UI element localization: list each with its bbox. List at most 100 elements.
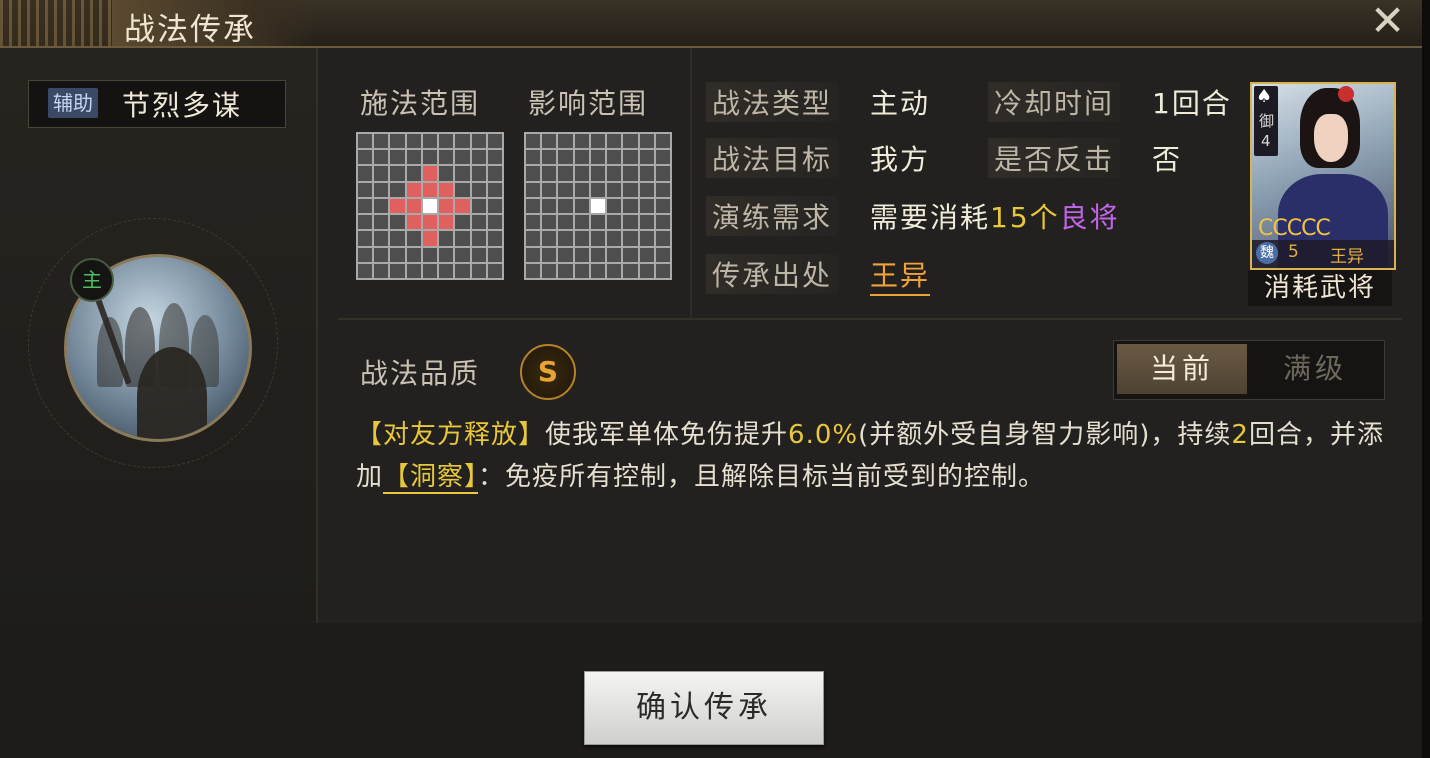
range-cell <box>471 182 486 197</box>
skill-description: 【对友方释放】使我军单体免伤提升6.0%(并额外受自身智力影响)，持续2回合，并… <box>356 414 1396 498</box>
range-cell <box>455 263 470 278</box>
portrait-flower <box>1338 86 1354 102</box>
range-cell <box>374 198 389 214</box>
training-requirement-value: 需要消耗15个良将 <box>870 196 1120 236</box>
card-side-mark: 御 <box>1259 112 1275 130</box>
desc-percent: 6.0% <box>788 420 859 450</box>
skill-target-label: 战法目标 <box>706 138 839 178</box>
desc-text-4: ：免疫所有控制，且解除目标当前受到的控制。 <box>478 462 1046 492</box>
range-cell <box>390 182 405 197</box>
range-cell <box>639 182 654 197</box>
range-cell <box>358 215 373 230</box>
range-cell <box>471 198 486 214</box>
range-active-cell <box>455 198 470 214</box>
range-cell <box>590 263 606 278</box>
card-side-level: 4 <box>1261 132 1271 150</box>
general-portrait-card[interactable]: ♠ 御 4 CCCCC 魏 5 王异 <box>1250 82 1396 270</box>
range-cell <box>358 150 373 165</box>
range-cell <box>607 198 622 214</box>
desc-target-tag: 【对友方释放】 <box>356 420 546 450</box>
range-cell <box>526 134 541 149</box>
range-cell <box>639 263 654 278</box>
range-active-cell <box>406 182 421 197</box>
range-cell <box>639 134 654 149</box>
range-cell <box>623 198 638 214</box>
range-cell <box>607 247 622 262</box>
range-cell <box>639 247 654 262</box>
desc-text-1: 使我军单体免伤提升 <box>545 420 789 450</box>
cooldown-value: 1回合 <box>1152 87 1232 120</box>
range-active-cell <box>422 182 438 197</box>
range-cell <box>374 182 389 197</box>
range-cell <box>607 215 622 230</box>
range-cell <box>374 166 389 181</box>
general-name: 王异 <box>1330 247 1364 267</box>
range-cell <box>406 247 421 262</box>
inheritance-source-value[interactable]: 王异 <box>870 254 931 296</box>
range-cell <box>623 215 638 230</box>
range-cell <box>487 247 502 262</box>
range-cell <box>487 166 502 181</box>
range-cell <box>639 166 654 181</box>
portrait-face <box>1314 114 1348 162</box>
general-cost: 5 <box>1288 242 1299 262</box>
range-cell <box>590 166 606 181</box>
range-cell <box>374 134 389 149</box>
range-cell <box>655 263 670 278</box>
range-cell <box>471 247 486 262</box>
tab-current-level[interactable]: 当前 <box>1117 344 1247 394</box>
range-cell <box>455 182 470 197</box>
range-cell <box>542 182 557 197</box>
range-active-cell <box>439 215 454 230</box>
range-cell <box>390 134 405 149</box>
range-cell <box>455 134 470 149</box>
range-cell <box>487 198 502 214</box>
tab-max-level[interactable]: 满级 <box>1251 344 1379 394</box>
range-cell <box>390 215 405 230</box>
range-cell <box>590 247 606 262</box>
inheritance-source-label: 传承出处 <box>706 254 839 294</box>
range-cell <box>558 150 573 165</box>
range-cell <box>406 166 421 181</box>
range-cell <box>558 198 573 214</box>
range-active-cell <box>439 198 454 214</box>
range-cell <box>526 263 541 278</box>
range-cell <box>590 182 606 197</box>
range-cell <box>471 215 486 230</box>
range-active-cell <box>439 182 454 197</box>
range-cell <box>358 182 373 197</box>
range-cell <box>487 182 502 197</box>
training-requirement-label: 演练需求 <box>706 196 839 236</box>
range-cell <box>455 215 470 230</box>
range-cell <box>526 150 541 165</box>
range-cell <box>655 166 670 181</box>
range-cell <box>574 182 589 197</box>
range-cell <box>390 166 405 181</box>
skill-category-badge: 辅助 <box>48 88 98 118</box>
range-cell <box>526 182 541 197</box>
range-cell <box>607 182 622 197</box>
range-active-cell <box>406 215 421 230</box>
skill-type-label: 战法类型 <box>706 82 839 122</box>
range-cell <box>439 231 454 246</box>
range-cell <box>455 150 470 165</box>
range-cell <box>471 166 486 181</box>
range-cell <box>358 166 373 181</box>
range-cell <box>590 215 606 230</box>
status-insight-link[interactable]: 【洞察】 <box>383 462 479 494</box>
range-cell <box>542 150 557 165</box>
range-cell <box>406 263 421 278</box>
range-cell <box>542 231 557 246</box>
range-active-cell <box>422 215 438 230</box>
title-bar: 战法传承 <box>0 0 1422 48</box>
range-center-cell <box>590 198 606 214</box>
confirm-inheritance-button[interactable]: 确认传承 <box>584 671 824 745</box>
range-cell <box>358 231 373 246</box>
close-icon[interactable]: ✕ <box>1370 0 1405 46</box>
range-cell <box>574 134 589 149</box>
range-cell <box>623 166 638 181</box>
range-cell <box>455 166 470 181</box>
range-cell <box>542 166 557 181</box>
source-general-link[interactable]: 王异 <box>870 259 931 296</box>
range-cell <box>390 231 405 246</box>
